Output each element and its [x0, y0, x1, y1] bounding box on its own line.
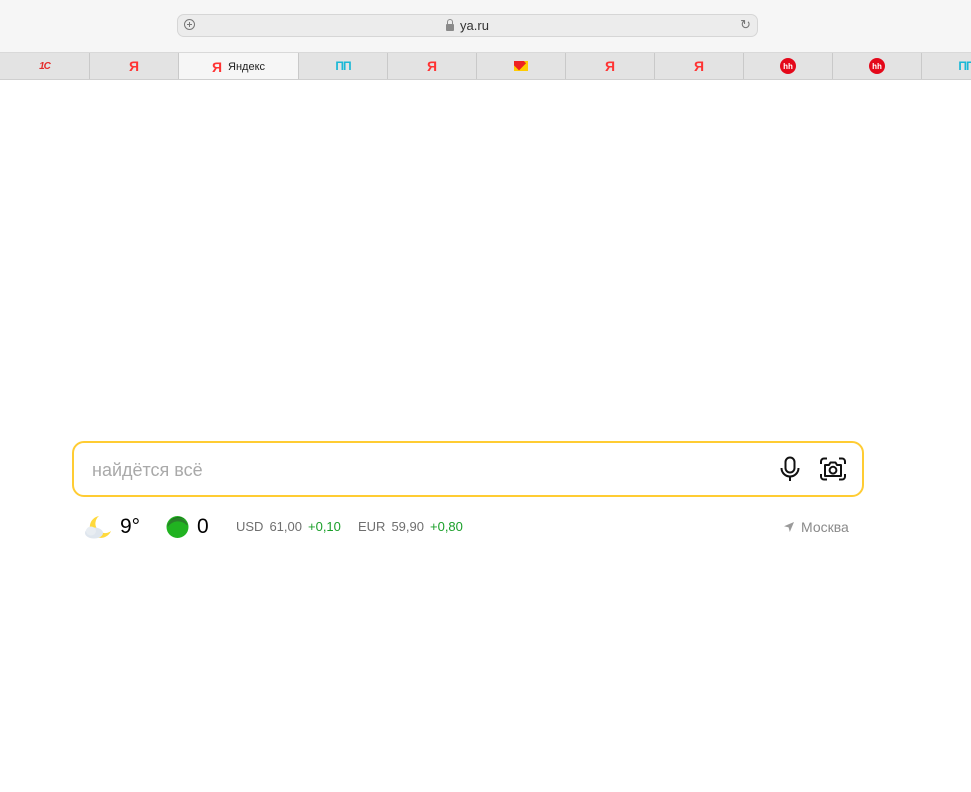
tab-mail[interactable] [477, 53, 566, 79]
tab-yandex[interactable]: Я [90, 53, 179, 79]
yandex-icon: Я [426, 58, 438, 74]
mail-icon [514, 61, 528, 71]
search-box [72, 441, 864, 497]
tab-yandex[interactable]: Я [388, 53, 477, 79]
yandex-icon: Я [128, 58, 140, 74]
tab-bar: 1С Я Я Яндекс ПП Я Я Я hh hh ПП [0, 53, 971, 80]
rate-usd[interactable]: USD 61,00 +0,10 [236, 519, 341, 535]
tab-hh[interactable]: hh [833, 53, 922, 79]
search-input[interactable] [90, 443, 764, 497]
tab-pp[interactable]: ПП [299, 53, 388, 79]
reload-icon[interactable]: ↻ [740, 17, 751, 33]
rate-eur[interactable]: EUR 59,90 +0,80 [358, 519, 463, 535]
browser-toolbar: ya.ru ↻ [0, 0, 971, 53]
address-text-wrap: ya.ru [178, 18, 757, 34]
rate-code: EUR [358, 519, 386, 534]
traffic-level[interactable]: 0 [197, 515, 209, 539]
rate-code: USD [236, 519, 264, 534]
hh-icon: hh [780, 58, 796, 74]
hh-icon: hh [869, 58, 885, 74]
tab-yandex[interactable]: Я [566, 53, 655, 79]
tab-yandex[interactable]: Я [655, 53, 744, 79]
rate-value: 61,00 [269, 519, 302, 534]
camera-search-icon[interactable] [818, 455, 848, 483]
pp-icon: ПП [958, 59, 971, 73]
pp-icon: ПП [335, 59, 351, 73]
tab-pp[interactable]: ПП [922, 53, 971, 79]
yandex-icon: Я [211, 58, 223, 75]
location-arrow-icon [784, 522, 794, 532]
microphone-icon[interactable] [776, 455, 804, 483]
location-city: Москва [801, 519, 849, 535]
weather-moon-cloud-icon[interactable] [83, 514, 113, 540]
weather-temperature[interactable]: 9° [120, 515, 140, 539]
location-link[interactable]: Москва [784, 519, 849, 536]
address-bar[interactable]: ya.ru ↻ [177, 14, 758, 37]
tab-yandex-active[interactable]: Я Яндекс [179, 53, 299, 79]
informers-row: 9° 0 USD 61,00 +0,10 EUR 59,90 +0,80 Москва [0, 512, 971, 544]
lock-icon [446, 19, 455, 31]
1c-icon: 1С [39, 60, 51, 72]
traffic-icon[interactable] [165, 515, 190, 539]
tab-1c[interactable]: 1С [0, 53, 90, 79]
rate-change: +0,10 [308, 519, 341, 534]
yandex-icon: Я [604, 58, 616, 74]
address-url: ya.ru [460, 18, 489, 33]
rate-change: +0,80 [430, 519, 463, 534]
tab-label: Яндекс [228, 60, 266, 73]
yandex-icon: Я [693, 58, 705, 74]
rate-value: 59,90 [391, 519, 424, 534]
tab-hh[interactable]: hh [744, 53, 833, 79]
